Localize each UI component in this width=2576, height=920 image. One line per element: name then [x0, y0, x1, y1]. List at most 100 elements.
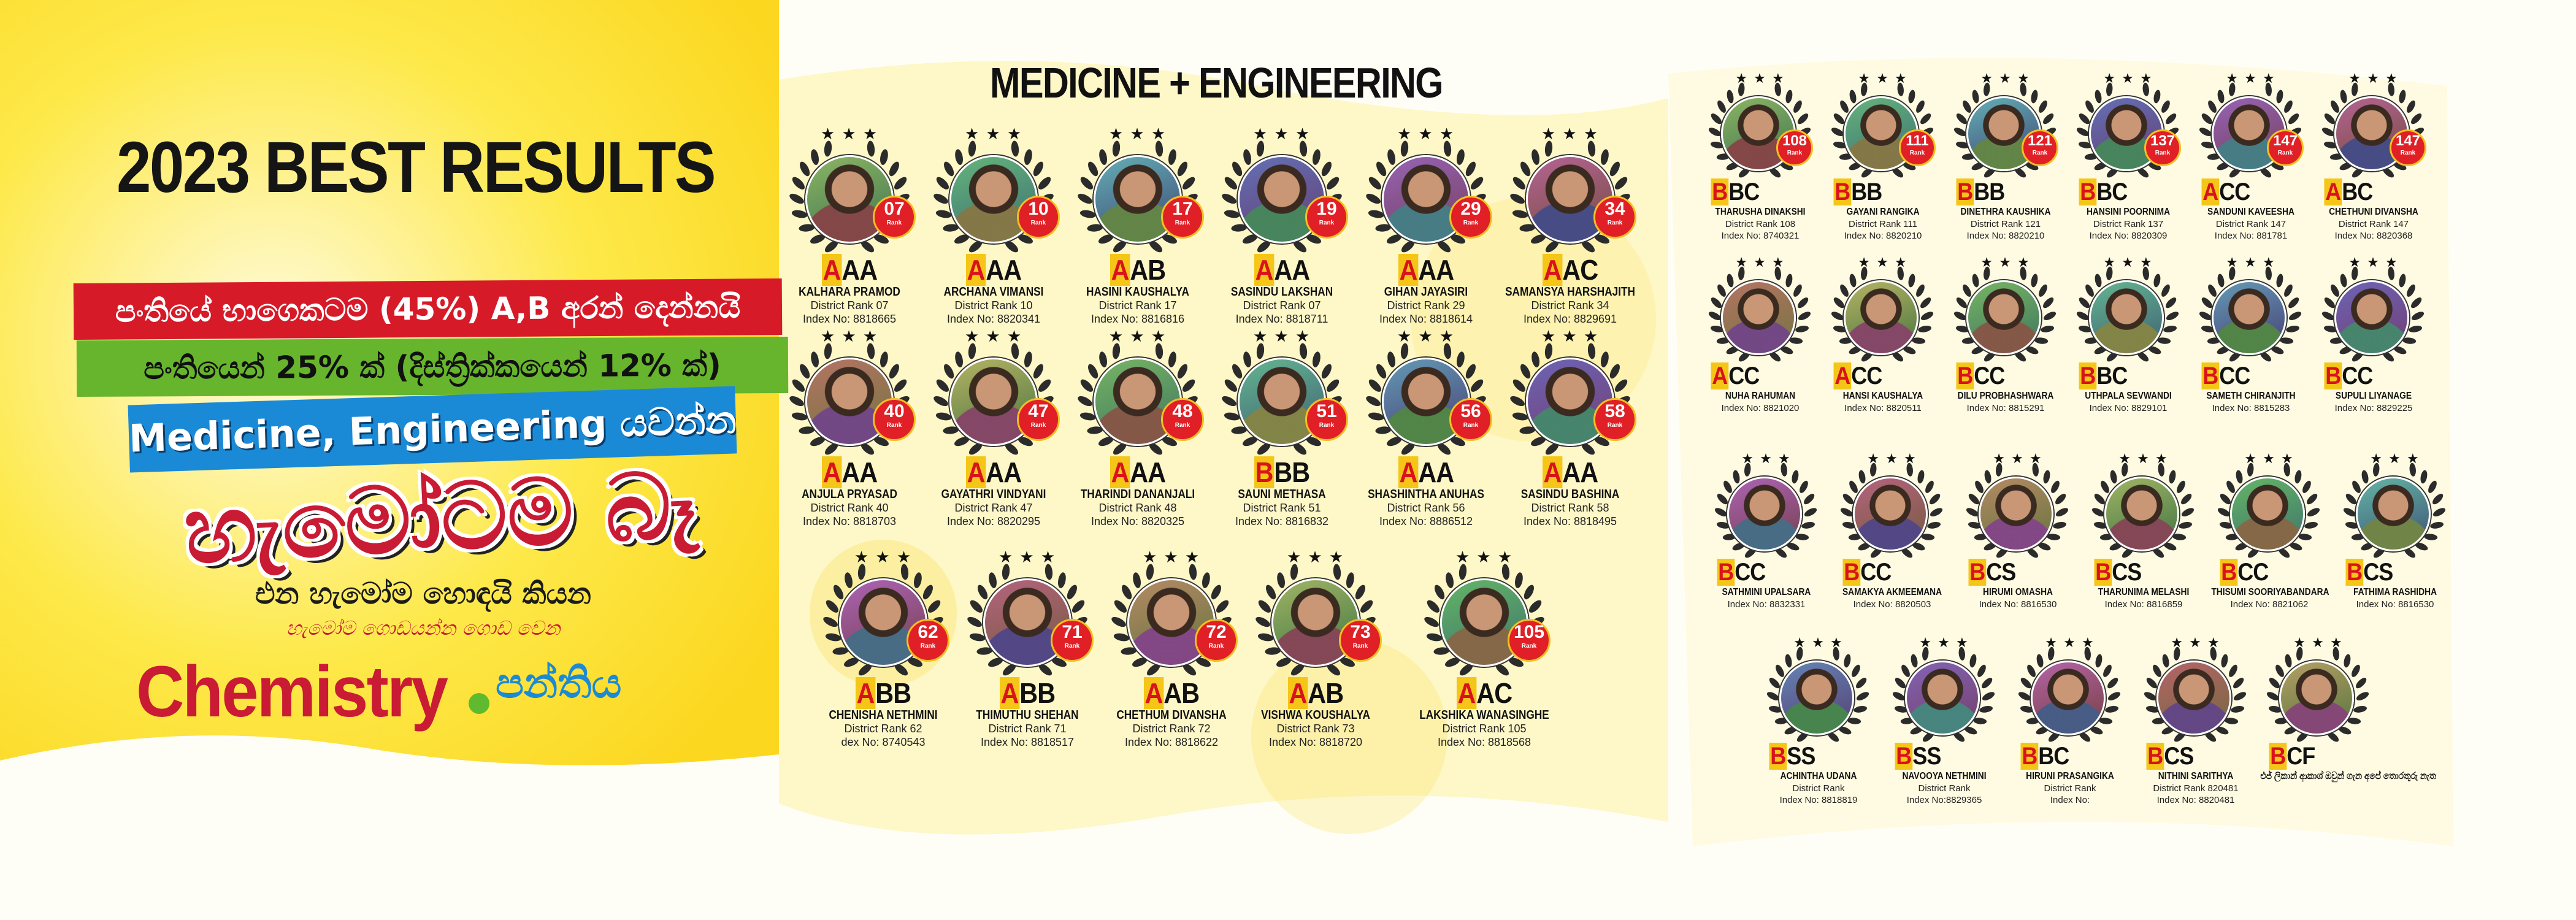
- grade-result: AAB: [1116, 677, 1227, 710]
- student-name: UTHPALA SEVWANDI: [2085, 391, 2172, 401]
- district-rank: District Rank 47: [954, 502, 1033, 514]
- student-card: ★ ★ ★ BCC DILU PROBHASHWARA Index No: 88152…: [1944, 255, 2067, 420]
- rank-word: Rank: [886, 220, 902, 226]
- grade-result: BCC: [1838, 559, 1953, 586]
- district-rank: District Rank: [1918, 783, 1971, 794]
- grade-rest: CS: [2164, 743, 2194, 770]
- grade-result: BSS: [1764, 743, 1880, 770]
- index-number: Index No: 8816530: [1979, 599, 2057, 610]
- rank-badge: 147 Rank: [2267, 129, 2304, 166]
- district-rank: District Rank 10: [954, 299, 1033, 312]
- grade-result: AAA: [794, 456, 905, 489]
- grade-result: AAA: [938, 456, 1049, 489]
- grade-rest: CC: [2237, 559, 2269, 586]
- grade-first-letter: A: [855, 677, 876, 709]
- student-card: ★ ★ ★ BBC HIRUNI PRASANGIKA District Rank In…: [2009, 635, 2131, 805]
- grade-result: BCF: [2264, 743, 2380, 770]
- student-card: ★ ★ ★ ACC HANSI KAUSHALYA Index No: 8820511: [1822, 255, 1944, 420]
- grade-rest: CC: [1735, 559, 1766, 586]
- rank-number: 34: [1604, 199, 1625, 219]
- student-card: ★ ★ ★ 72 Rank AAB CHETHUM DIVANSHA District R…: [1098, 548, 1245, 748]
- index-number: Index No: 8820341: [946, 313, 1041, 325]
- rank-number: 121: [2027, 132, 2053, 149]
- section-title: MEDICINE + ENGINEERING: [990, 59, 1444, 107]
- district-rank: District Rank 56: [1387, 502, 1465, 514]
- rank-word: Rank: [1463, 422, 1479, 429]
- district-rank: District Rank 71: [988, 723, 1067, 735]
- student-photo: [1966, 280, 2041, 355]
- rank-word: Rank: [2155, 150, 2171, 156]
- grade-result: ABC: [2319, 178, 2435, 206]
- student-name: HANSI KAUSHALYA: [1842, 391, 1923, 401]
- index-number: Index No: 8820210: [1966, 231, 2045, 241]
- district-rank: District Rank 147: [2338, 219, 2409, 229]
- grade-first-letter: A: [1833, 362, 1852, 389]
- student-photo: [1979, 477, 2053, 551]
- index-number: Index No: 8820503: [1853, 599, 1931, 610]
- grade-result: BCS: [2089, 559, 2205, 586]
- student-name: GIHAN JAYASIRI: [1384, 285, 1468, 299]
- student-card: ★ ★ ★ BBC UTHPALA SEVWANDI Index No: 882910…: [2067, 255, 2190, 420]
- grade-first-letter: A: [1110, 254, 1130, 286]
- index-number: Index No: 8829225: [2334, 403, 2413, 413]
- student-name: THARINDI DANANJALI: [1080, 488, 1195, 501]
- index-number: Index No: 8820481: [2156, 795, 2235, 805]
- rank-number: 137: [2150, 132, 2175, 149]
- grade-result: BBC: [2074, 178, 2190, 206]
- index-number: Index No: 8816832: [1235, 515, 1329, 527]
- student-card: ★ ★ ★ BCF එජ් ලිකාන් ආකාශ් ඔවුන් ගැන අපේ ත…: [2257, 635, 2436, 800]
- student-name: ANJULA PRYASAD: [802, 488, 897, 501]
- student-photo: [1727, 477, 1802, 551]
- grade-rest: AB: [1163, 677, 1200, 709]
- student-card: ★ ★ ★ 56 Rank AAA SHASHINTHA ANUHAS District …: [1352, 327, 1500, 527]
- grade-result: AAB: [1260, 677, 1371, 710]
- rank-number: 10: [1028, 199, 1049, 219]
- grade-rest: BC: [1728, 178, 1760, 205]
- rank-badge: 71 Rank: [1051, 619, 1094, 662]
- student-card: ★ ★ ★ 111 Rank BBB GAYANI RANGIKA District Ra…: [1822, 71, 1944, 241]
- grade-rest: CC: [2219, 362, 2250, 389]
- grade-first-letter: B: [1956, 362, 1974, 389]
- grade-rest: BB: [1274, 456, 1310, 488]
- student-name: SASINDU LAKSHAN: [1230, 285, 1333, 299]
- brand-tagline: හැමෝම ගොඩයන්න ගොඩ වෙන: [286, 616, 561, 640]
- grade-result: AAA: [938, 253, 1049, 286]
- green-dot-icon: [469, 693, 489, 714]
- grade-result: BCC: [2196, 362, 2312, 390]
- student-name: DILU PROBHASHWARA: [1957, 391, 2054, 401]
- student-photo: [2230, 477, 2305, 551]
- student-name: SHASHINTHA ANUHAS: [1368, 488, 1484, 501]
- district-rank: District Rank: [2044, 783, 2096, 794]
- grade-first-letter: B: [1769, 743, 1787, 770]
- grade-first-letter: A: [965, 254, 986, 286]
- district-rank: District Rank 29: [1387, 299, 1465, 312]
- district-rank: District Rank: [1792, 783, 1845, 794]
- grade-rest: AA: [841, 254, 878, 286]
- rank-number: 71: [1062, 622, 1083, 642]
- index-number: Index No: 8818819: [1779, 795, 1858, 805]
- grade-first-letter: B: [1895, 743, 1913, 770]
- index-number: Index No: 8818495: [1523, 515, 1617, 527]
- student-name: ACHINTHA UDANA: [1780, 771, 1857, 781]
- index-number: Index No: 8820325: [1091, 515, 1185, 527]
- grade-result: AAA: [1371, 253, 1481, 286]
- index-number: Index No: 8816530: [2356, 599, 2434, 610]
- grade-first-letter: A: [821, 254, 842, 286]
- student-name: THISUMI SOORIYABANDARA: [2211, 587, 2329, 597]
- district-rank: District Rank 72: [1132, 723, 1211, 735]
- index-number: Index No: 8740321: [1721, 231, 1800, 241]
- grade-result: BCS: [2141, 743, 2257, 770]
- grade-first-letter: A: [1398, 254, 1419, 286]
- rank-word: Rank: [1030, 422, 1046, 429]
- grade-rest: BB: [1974, 178, 2005, 205]
- student-card: ★ ★ ★ 34 Rank AAC SAMANSYA HARSHAJITH Distric…: [1497, 125, 1644, 325]
- grade-result: AAA: [1227, 253, 1337, 286]
- district-rank: District Rank 820481: [2153, 783, 2239, 794]
- rank-number: 48: [1172, 401, 1193, 421]
- rank-word: Rank: [2400, 150, 2416, 156]
- rank-number: 73: [1350, 622, 1371, 642]
- grade-rest: BB: [875, 677, 911, 709]
- student-name: GAYANI RANGIKA: [1846, 207, 1920, 217]
- index-number: Index No: 8820309: [2089, 231, 2168, 241]
- grade-rest: CF: [2287, 743, 2315, 770]
